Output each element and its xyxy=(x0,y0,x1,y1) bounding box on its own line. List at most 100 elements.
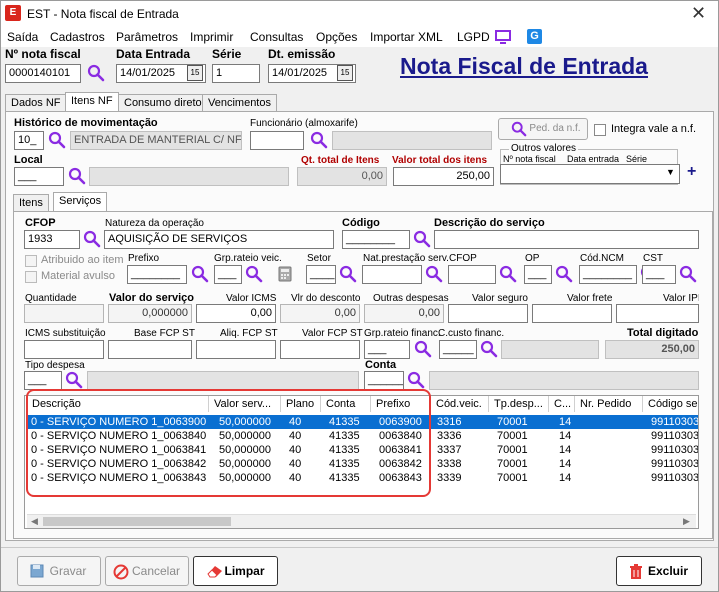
close-button[interactable]: ✕ xyxy=(691,3,706,24)
scroll-right-icon[interactable]: ▶ xyxy=(683,516,690,527)
search-icon[interactable] xyxy=(191,265,209,283)
calendar-icon[interactable]: 15 xyxy=(187,65,203,81)
aliq-fcp-label: Aliq. FCP ST xyxy=(220,328,278,339)
prefixo-input[interactable]: ________ xyxy=(127,265,187,284)
op-label: OP xyxy=(525,253,540,264)
calculator-icon[interactable] xyxy=(277,266,293,282)
menu-importar-xml[interactable]: Importar XML xyxy=(370,30,443,44)
col-codigo-ser[interactable]: Código ser xyxy=(645,396,698,412)
cancelar-button[interactable]: Cancelar xyxy=(105,556,189,586)
search-icon[interactable] xyxy=(310,131,328,149)
col-tp-desp[interactable]: Tp.desp... xyxy=(491,396,549,412)
excluir-button[interactable]: Excluir xyxy=(616,556,702,586)
g-app-icon[interactable]: G xyxy=(527,29,542,44)
search-icon[interactable] xyxy=(413,230,431,248)
menu-imprimir[interactable]: Imprimir xyxy=(190,30,233,44)
serie-input[interactable]: 1 xyxy=(212,64,260,83)
vlr-desconto-label: Vlr do desconto xyxy=(291,293,361,304)
outras-despesas-input[interactable]: 0,00 xyxy=(364,304,444,323)
valor-frete-input[interactable] xyxy=(532,304,612,323)
menu-lgpd[interactable]: LGPD xyxy=(457,30,490,44)
quantidade-input[interactable] xyxy=(24,304,104,323)
cell-codigo-ser: 99110303 xyxy=(651,416,699,428)
cfop-input[interactable]: 1933 xyxy=(24,230,80,249)
integra-checkbox[interactable] xyxy=(594,124,606,136)
limpar-button[interactable]: Limpar xyxy=(193,556,278,586)
nota-input[interactable]: 0000140101 xyxy=(5,64,81,83)
valor-servico-label: Valor do serviço xyxy=(109,292,194,304)
monitor-icon[interactable] xyxy=(495,30,511,44)
scroll-left-icon[interactable]: ◀ xyxy=(31,516,38,527)
menu-parametros[interactable]: Parâmetros xyxy=(116,30,178,44)
search-icon[interactable] xyxy=(339,265,357,283)
nat-prest-input[interactable] xyxy=(362,265,422,284)
aliq-fcp-input[interactable] xyxy=(196,340,276,359)
setor-input[interactable]: ____ xyxy=(306,265,336,284)
valor-servico-input[interactable]: 0,000000 xyxy=(108,304,192,323)
search-icon[interactable] xyxy=(414,340,432,358)
search-icon[interactable] xyxy=(480,340,498,358)
add-icon[interactable]: + xyxy=(687,163,696,181)
calendar-icon[interactable]: 15 xyxy=(337,65,353,81)
qt-total-field: 0,00 xyxy=(297,167,387,186)
gravar-button[interactable]: Gravar xyxy=(17,556,101,586)
col-cod-veic[interactable]: Cód.veic. xyxy=(433,396,489,412)
outros-valores-select[interactable] xyxy=(500,164,680,184)
cst-input[interactable]: ___ xyxy=(642,265,676,284)
search-icon[interactable] xyxy=(83,230,101,248)
grp-rateio-input[interactable]: ___ xyxy=(214,265,242,284)
col-c[interactable]: C... xyxy=(551,396,575,412)
tab-consumo-direto[interactable]: Consumo direto xyxy=(118,94,208,112)
tab-vencimentos[interactable]: Vencimentos xyxy=(202,94,277,112)
menu-consultas[interactable]: Consultas xyxy=(250,30,303,44)
grp-fin-input[interactable]: ___ xyxy=(364,340,410,359)
valor-icms-input[interactable]: 0,00 xyxy=(196,304,276,323)
descricao-servico-input[interactable] xyxy=(434,230,699,249)
col-nr-pedido[interactable]: Nr. Pedido xyxy=(577,396,643,412)
op-input[interactable]: ___ xyxy=(524,265,552,284)
menu-opcoes[interactable]: Opções xyxy=(316,30,357,44)
tipo-despesa-input[interactable]: ___ xyxy=(24,371,62,390)
vlr-desconto-input[interactable]: 0,00 xyxy=(280,304,360,323)
search-icon[interactable] xyxy=(425,265,443,283)
search-icon[interactable] xyxy=(68,167,86,185)
scrollbar-thumb[interactable] xyxy=(43,517,231,526)
tab-dados-nf[interactable]: Dados NF xyxy=(5,94,67,112)
historico-code-input[interactable]: 10_ xyxy=(14,131,44,150)
tab-itens-nf[interactable]: Itens NF xyxy=(65,92,119,112)
search-icon[interactable] xyxy=(407,371,425,389)
chevron-down-icon[interactable]: ▼ xyxy=(666,167,675,177)
cfop2-input[interactable] xyxy=(448,265,496,284)
valor-ipi-input[interactable] xyxy=(616,304,699,323)
search-icon[interactable] xyxy=(48,131,66,149)
page-title: Nota Fiscal de Entrada xyxy=(400,53,648,79)
search-icon[interactable] xyxy=(679,265,697,283)
codigo-input[interactable]: ________ xyxy=(342,230,410,249)
menu-cadastros[interactable]: Cadastros xyxy=(50,30,105,44)
horizontal-scrollbar[interactable]: ◀ ▶ xyxy=(27,514,696,528)
cell-cod-veic: 3339 xyxy=(437,472,462,484)
local-input[interactable]: ___ xyxy=(14,167,64,186)
menu-saida[interactable]: Saída xyxy=(7,30,38,44)
subtab-servicos[interactable]: Serviços xyxy=(53,192,108,212)
atribuido-checkbox[interactable] xyxy=(25,255,37,267)
custo-fin-input[interactable]: _____ xyxy=(439,340,477,359)
conta-input[interactable]: ______ xyxy=(364,371,404,390)
search-icon[interactable] xyxy=(555,265,573,283)
subtab-itens[interactable]: Itens xyxy=(13,194,49,212)
funcionario-input[interactable] xyxy=(250,131,304,150)
valor-seguro-input[interactable] xyxy=(448,304,528,323)
valor-total-field: 250,00 xyxy=(393,167,494,186)
search-icon[interactable] xyxy=(65,371,83,389)
total-digitado-label: Total digitado xyxy=(627,327,699,339)
search-icon[interactable] xyxy=(499,265,517,283)
search-icon[interactable] xyxy=(245,265,263,283)
natureza-field[interactable]: AQUISIÇÃO DE SERVIÇOS xyxy=(104,230,334,249)
valor-fcp-input[interactable] xyxy=(280,340,360,359)
icms-sub-input[interactable] xyxy=(24,340,104,359)
ncm-input[interactable]: ________ xyxy=(579,265,637,284)
material-avulso-checkbox[interactable] xyxy=(25,271,37,283)
ped-nf-button[interactable]: Ped. da n.f. xyxy=(498,118,588,140)
search-icon[interactable] xyxy=(87,64,105,82)
base-fcp-input[interactable] xyxy=(108,340,192,359)
